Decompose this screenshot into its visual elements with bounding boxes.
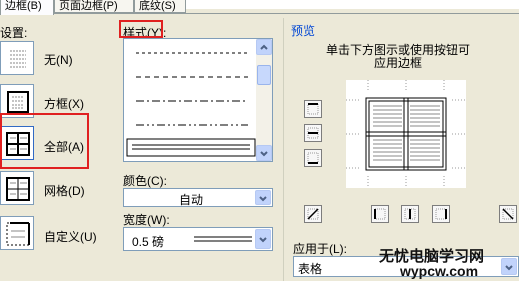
inside-horizontal-border-button[interactable] xyxy=(304,124,322,142)
border-inside-horizontal-icon xyxy=(307,127,319,139)
chevron-down-icon xyxy=(505,265,513,271)
apply-to-value: 表格 xyxy=(298,262,323,276)
style-scrollbar[interactable] xyxy=(256,39,272,161)
setting-grid-button[interactable] xyxy=(0,171,34,205)
border-bottom-icon xyxy=(307,152,319,164)
tab-bar-fill xyxy=(186,0,519,9)
setting-none-label: 无(N) xyxy=(44,53,73,67)
setting-grid-label: 网格(D) xyxy=(44,184,85,198)
width-sample-line xyxy=(194,236,252,242)
border-right-icon xyxy=(435,208,447,220)
diagonal-up-border-button[interactable] xyxy=(499,205,517,223)
scroll-up-button[interactable] xyxy=(256,39,272,55)
apply-to-label: 应用于(L): xyxy=(293,242,348,256)
tab-borders-label: 边框(B) xyxy=(5,0,42,12)
scroll-down-button[interactable] xyxy=(256,145,272,161)
border-top-icon xyxy=(307,103,319,115)
width-value: 0.5 磅 xyxy=(132,235,165,249)
inside-vertical-border-button[interactable] xyxy=(401,205,419,223)
tab-shading[interactable]: 底纹(S) xyxy=(134,0,186,13)
border-inside-vertical-icon xyxy=(404,208,416,220)
apply-to-dropdown-button[interactable] xyxy=(501,258,517,275)
tab-page-border[interactable]: 页面边框(P) xyxy=(54,0,134,13)
border-left-icon xyxy=(374,208,386,220)
chevron-down-icon xyxy=(259,237,267,243)
setting-box-label: 方框(X) xyxy=(44,97,84,111)
left-border-button[interactable] xyxy=(371,205,389,223)
width-select[interactable]: 0.5 磅 xyxy=(123,227,273,251)
style-option-selection xyxy=(126,138,256,157)
style-options xyxy=(126,52,256,157)
tab-bar: 边框(B) 页面边框(P) 底纹(S) xyxy=(0,0,519,15)
preview-hint-line2: 应用边框 xyxy=(373,56,422,70)
preview-table-diagram xyxy=(346,80,466,188)
chevron-up-icon xyxy=(260,44,268,50)
setting-custom-button[interactable] xyxy=(0,216,34,250)
highlight-all-box xyxy=(0,113,89,169)
grid-border-icon xyxy=(6,177,30,201)
width-dropdown-button[interactable] xyxy=(255,229,271,249)
border-diagonal-down-icon xyxy=(502,208,514,220)
top-border-button[interactable] xyxy=(304,100,322,118)
setting-heading: 设置: xyxy=(0,26,28,40)
style-list[interactable] xyxy=(123,38,273,162)
custom-border-icon xyxy=(6,222,30,246)
tab-shading-label: 底纹(S) xyxy=(139,0,176,12)
watermark-url: wypcw.com xyxy=(400,263,479,279)
color-value: 自动 xyxy=(179,193,204,207)
color-select[interactable]: 自动 xyxy=(123,188,273,207)
none-border-icon xyxy=(10,50,26,68)
color-dropdown-button[interactable] xyxy=(255,190,271,205)
chevron-down-icon xyxy=(259,196,267,202)
tab-page-border-label: 页面边框(P) xyxy=(59,0,118,12)
setting-none-button[interactable] xyxy=(0,41,34,75)
right-border-button[interactable] xyxy=(432,205,450,223)
preview-area[interactable] xyxy=(346,80,466,188)
bottom-border-button[interactable] xyxy=(304,149,322,167)
setting-custom-label: 自定义(U) xyxy=(44,230,97,244)
color-label: 颜色(C): xyxy=(123,174,167,188)
chevron-down-icon xyxy=(260,151,268,157)
scroll-thumb[interactable] xyxy=(257,65,271,85)
tab-borders[interactable]: 边框(B) xyxy=(0,0,54,15)
preview-heading: 预览 xyxy=(291,24,316,38)
tab-bar-line xyxy=(0,13,519,14)
diagonal-down-border-button[interactable] xyxy=(304,205,322,223)
highlight-style-label xyxy=(119,20,163,38)
width-label: 宽度(W): xyxy=(123,213,170,227)
border-diagonal-up-icon xyxy=(307,208,319,220)
preview-separator xyxy=(283,18,284,281)
